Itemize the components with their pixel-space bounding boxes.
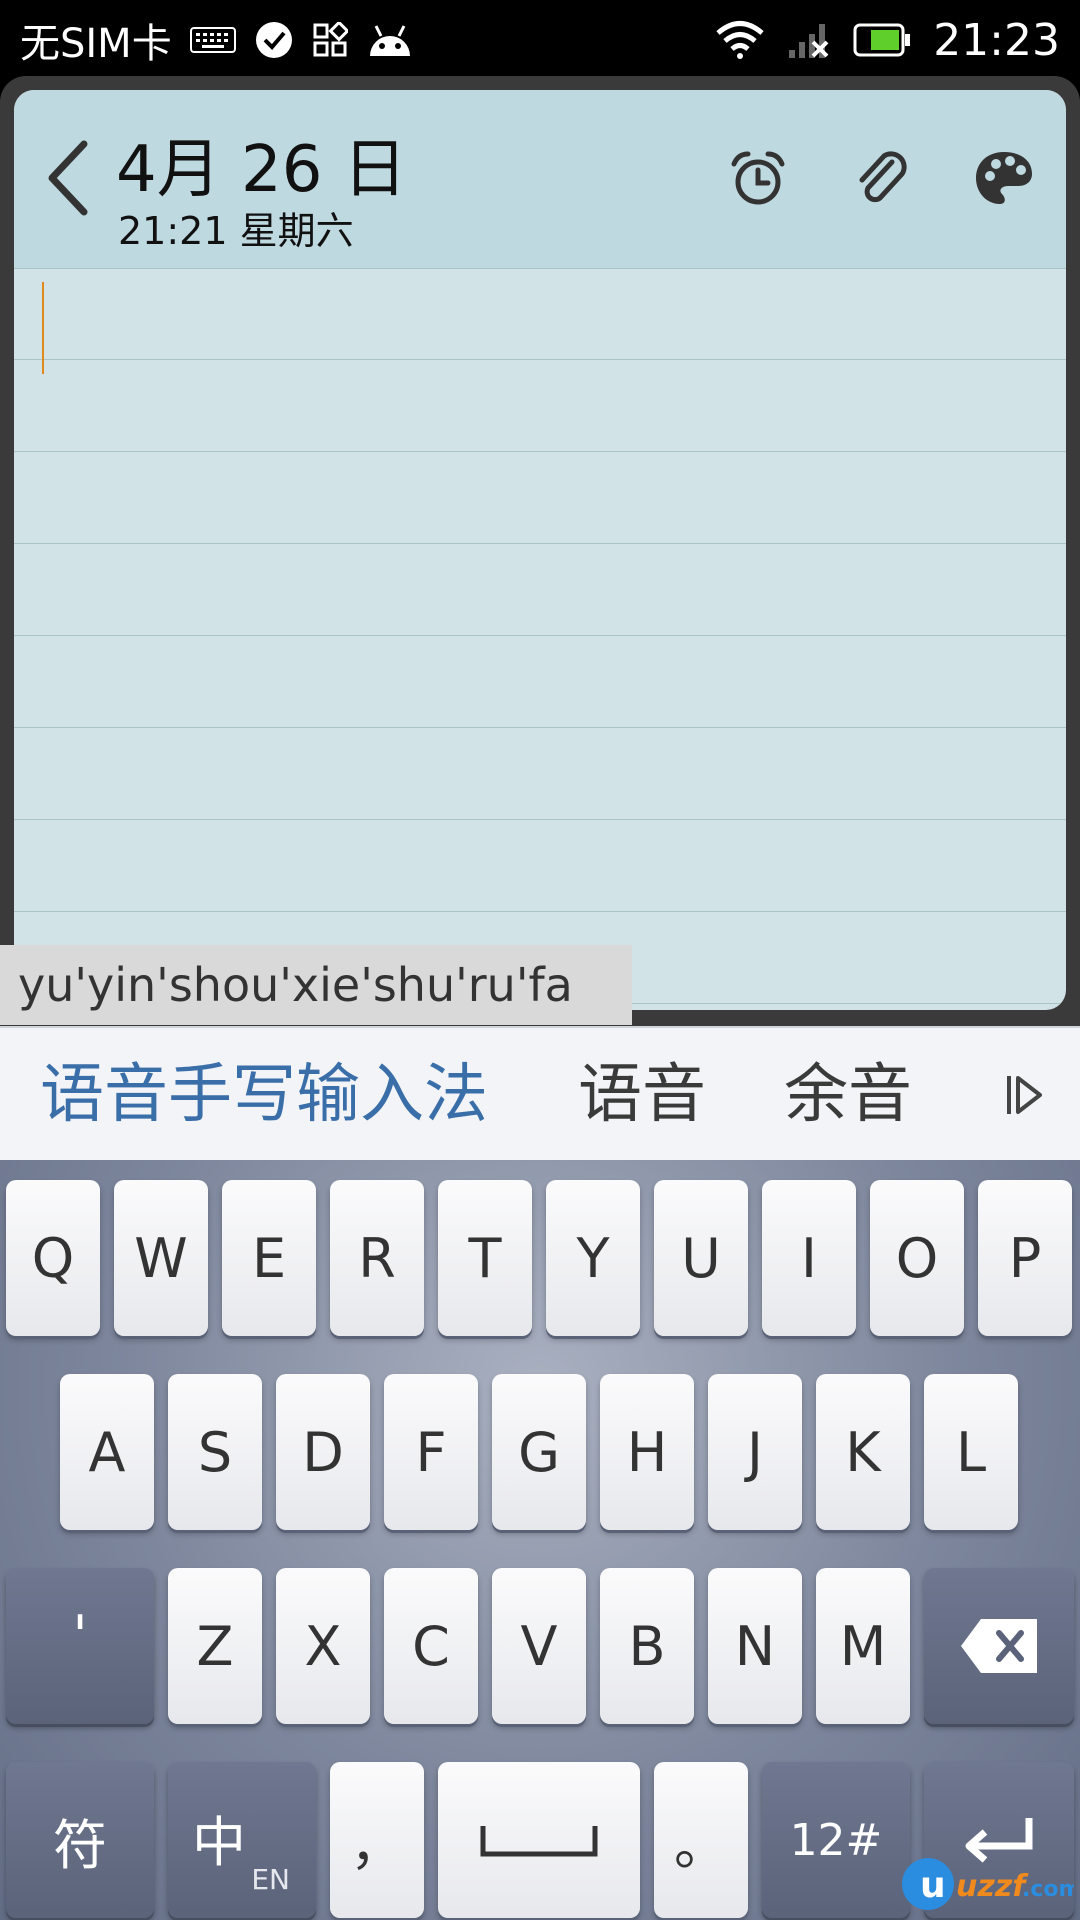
key-t[interactable]: T bbox=[438, 1180, 532, 1336]
symbols-key[interactable]: 符 bbox=[6, 1762, 154, 1918]
backspace-key[interactable] bbox=[924, 1568, 1074, 1724]
check-circle-icon bbox=[254, 20, 294, 60]
key-b[interactable]: B bbox=[600, 1568, 694, 1724]
theme-button[interactable] bbox=[972, 146, 1036, 210]
key-j[interactable]: J bbox=[708, 1374, 802, 1530]
key-q[interactable]: Q bbox=[6, 1180, 100, 1336]
watermark-logo: u uzzf .com bbox=[898, 1852, 1080, 1914]
svg-text:.com: .com bbox=[1022, 1877, 1074, 1902]
period-key[interactable]: 。 bbox=[654, 1762, 748, 1918]
attach-button[interactable] bbox=[850, 146, 914, 210]
key-z[interactable]: Z bbox=[168, 1568, 262, 1724]
svg-text:u: u bbox=[920, 1865, 946, 1906]
key-l[interactable]: L bbox=[924, 1374, 1018, 1530]
expand-candidates-icon bbox=[1007, 1076, 1042, 1114]
candidate-2[interactable]: 语音 bbox=[578, 1028, 706, 1162]
note-date: 4月 26 日 bbox=[116, 133, 407, 207]
key-c[interactable]: C bbox=[384, 1568, 478, 1724]
attachment-icon bbox=[859, 151, 907, 203]
alarm-button[interactable] bbox=[726, 146, 790, 210]
numbers-key[interactable]: 12# bbox=[762, 1762, 910, 1918]
key-w[interactable]: W bbox=[114, 1180, 208, 1336]
key-m[interactable]: M bbox=[816, 1568, 910, 1724]
keyboard-icon bbox=[189, 27, 236, 53]
language-switch-key[interactable]: 中 EN bbox=[168, 1762, 316, 1918]
wifi-icon bbox=[715, 20, 765, 60]
note-body-input[interactable] bbox=[14, 268, 1066, 1010]
candidate-1[interactable]: 语音手写输入法 bbox=[40, 1028, 488, 1162]
space-key[interactable] bbox=[438, 1762, 640, 1918]
key-r[interactable]: R bbox=[330, 1180, 424, 1336]
comma-key[interactable]: ， bbox=[330, 1762, 424, 1918]
clock: 21:23 bbox=[933, 14, 1060, 66]
key-k[interactable]: K bbox=[816, 1374, 910, 1530]
note-sheet: 4月 26 日 21:21 星期六 bbox=[14, 90, 1066, 1010]
expand-candidates-button[interactable] bbox=[1004, 1070, 1044, 1120]
key-h[interactable]: H bbox=[600, 1374, 694, 1530]
keyboard: Q W E R T Y U I O P A S D F G H J K L ' … bbox=[0, 1160, 1080, 1920]
battery-icon bbox=[853, 23, 911, 57]
candidate-3[interactable]: 余音 bbox=[784, 1028, 912, 1162]
note-timestamp: 21:21 星期六 bbox=[118, 209, 354, 253]
note-header: 4月 26 日 21:21 星期六 bbox=[14, 90, 1066, 269]
alarm-icon bbox=[731, 151, 785, 205]
apps-icon bbox=[312, 22, 348, 58]
key-o[interactable]: O bbox=[870, 1180, 964, 1336]
key-e[interactable]: E bbox=[222, 1180, 316, 1336]
status-bar: 无SIM卡 21:23 bbox=[0, 0, 1080, 80]
no-signal-icon bbox=[787, 20, 831, 60]
carrier-label: 无SIM卡 bbox=[20, 21, 172, 67]
key-a[interactable]: A bbox=[60, 1374, 154, 1530]
key-d[interactable]: D bbox=[276, 1374, 370, 1530]
key-u[interactable]: U bbox=[654, 1180, 748, 1336]
key-n[interactable]: N bbox=[708, 1568, 802, 1724]
key-i[interactable]: I bbox=[762, 1180, 856, 1336]
text-cursor bbox=[42, 282, 44, 374]
backspace-icon bbox=[961, 1619, 1037, 1673]
back-arrow-icon bbox=[48, 140, 88, 216]
back-button[interactable] bbox=[40, 138, 100, 218]
palette-icon bbox=[976, 152, 1032, 204]
language-key-label: 中 bbox=[192, 1811, 246, 1874]
key-s[interactable]: S bbox=[168, 1374, 262, 1530]
key-f[interactable]: F bbox=[384, 1374, 478, 1530]
composing-pinyin: yu'yin'shou'xie'shu'ru'fa bbox=[0, 945, 632, 1025]
space-icon bbox=[480, 1826, 598, 1857]
apostrophe-key[interactable]: ' bbox=[6, 1568, 154, 1724]
candidate-bar: 语音手写输入法 语音 余音 bbox=[0, 1026, 1080, 1162]
android-icon bbox=[366, 22, 414, 58]
language-key-sub: EN bbox=[251, 1863, 290, 1896]
key-v[interactable]: V bbox=[492, 1568, 586, 1724]
key-g[interactable]: G bbox=[492, 1374, 586, 1530]
key-p[interactable]: P bbox=[978, 1180, 1072, 1336]
key-y[interactable]: Y bbox=[546, 1180, 640, 1336]
svg-text:uzzf: uzzf bbox=[956, 1869, 1029, 1904]
key-x[interactable]: X bbox=[276, 1568, 370, 1724]
